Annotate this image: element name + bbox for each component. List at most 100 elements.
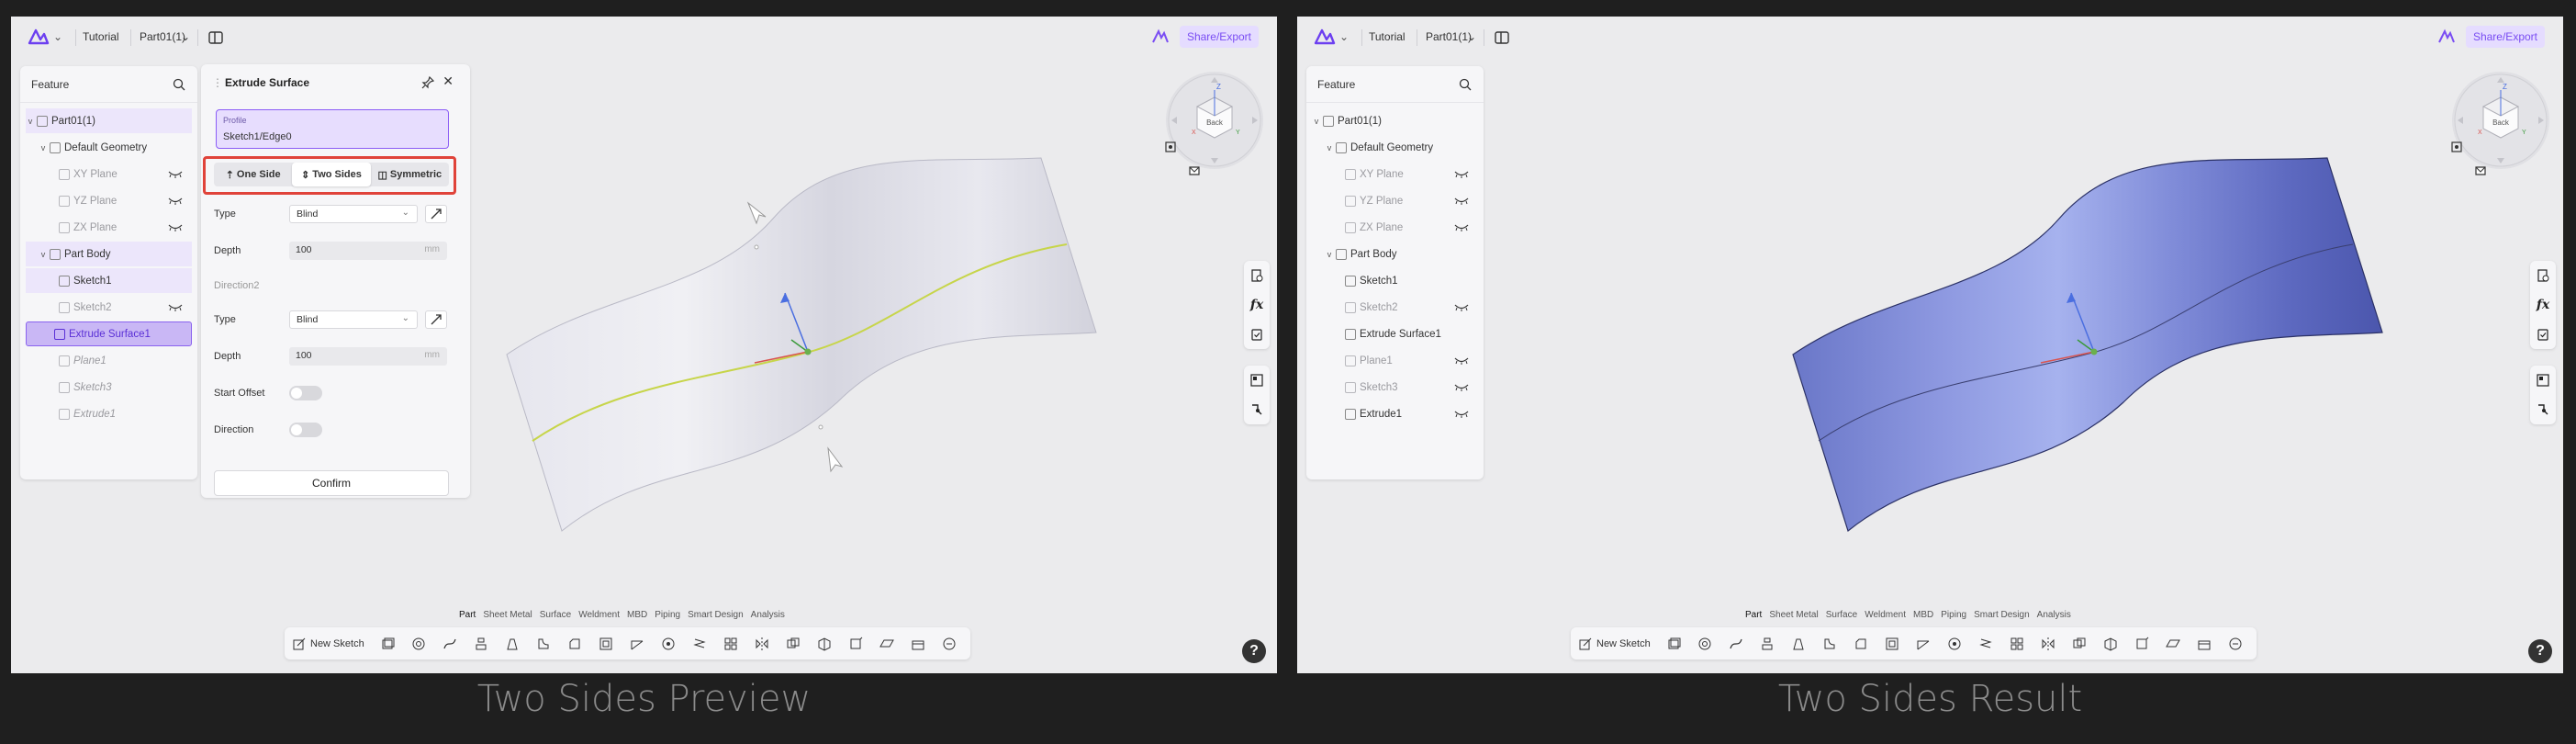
document-properties-button[interactable] [1244,261,1270,290]
tool-insert-part[interactable] [904,633,932,655]
tool-chamfer[interactable] [1847,633,1875,655]
eye-hidden-icon[interactable] [168,169,183,178]
tool-draft[interactable] [498,633,526,655]
tool-hole[interactable] [1941,633,1968,655]
render-mode-icon[interactable] [1187,163,1202,183]
fit-view-icon[interactable] [1163,140,1178,159]
tree-item-sketch2[interactable]: Sketch2 [1312,295,1478,320]
tree-item-plane1[interactable]: Plane1 [1312,348,1478,373]
tool-shell[interactable] [1878,633,1906,655]
tab-analysis[interactable]: Analysis [751,610,785,620]
tool-plane[interactable] [873,633,901,655]
eye-hidden-icon[interactable] [1454,409,1469,418]
tree-item-extrude-surface1[interactable]: Extrude Surface1 [26,321,192,346]
measure-button[interactable] [2530,395,2556,424]
tool-rib[interactable] [1910,633,1937,655]
search-icon[interactable] [1458,77,1473,92]
breadcrumb-tutorial[interactable]: Tutorial [83,30,119,43]
tool-boolean[interactable] [2066,633,2093,655]
tree-item-sketch3[interactable]: Sketch3 [26,375,192,400]
chevron-down-icon[interactable]: v [1325,143,1334,152]
surface-result-graphic[interactable] [1297,17,2563,673]
tree-item-extrude1[interactable]: Extrude1 [1312,401,1478,426]
tool-pattern[interactable] [2003,633,2031,655]
tool-fillet[interactable] [1816,633,1843,655]
share-export-button[interactable]: Share/Export [1179,26,1259,48]
tree-item-zx-plane[interactable]: ZX Plane [1312,215,1478,240]
tool-split[interactable] [2097,633,2124,655]
type2-select[interactable]: Blind ⌄ [289,310,418,329]
tool-insert-part[interactable] [2190,633,2218,655]
tab-piping[interactable]: Piping [1941,610,1966,620]
formula-button[interactable]: fx [1244,290,1270,320]
tab-surface[interactable]: Surface [1826,610,1857,620]
document-name[interactable]: Part01(1) [1426,30,1472,43]
tool-chamfer[interactable] [561,633,588,655]
library-button[interactable] [2530,366,2556,395]
tool-sweep[interactable] [1722,633,1750,655]
chevron-down-icon[interactable]: ⌄ [181,30,190,43]
eye-hidden-icon[interactable] [1454,196,1469,205]
chevron-down-icon[interactable]: v [39,143,48,152]
tool-boolean[interactable] [779,633,807,655]
view-cube[interactable]: Back Z X Y [1166,72,1263,169]
flip-direction-button[interactable] [425,205,447,223]
tool-move-body[interactable] [842,633,869,655]
app-logo-menu[interactable]: ⌄ [28,27,68,47]
direction-toggle[interactable] [289,423,322,437]
tab-surface[interactable]: Surface [540,610,571,620]
close-icon[interactable]: ✕ [442,73,454,89]
tree-item-yz-plane[interactable]: YZ Plane [26,188,192,213]
tree-item-part-body[interactable]: v Part Body [26,242,192,266]
tree-item-xy-plane[interactable]: XY Plane [26,162,192,186]
eye-hidden-icon[interactable] [1454,222,1469,231]
breadcrumb-tutorial[interactable]: Tutorial [1369,30,1406,43]
one-side-button[interactable]: ⇡ One Side [214,163,292,186]
formula-button[interactable]: fx [2530,290,2556,320]
profile-field[interactable]: Profile Sketch1/Edge0 [216,109,449,149]
app-logo-menu[interactable]: ⌄ [1314,27,1354,47]
tree-item-plane1[interactable]: Plane1 [26,348,192,373]
document-properties-button[interactable] [2530,261,2556,290]
depth2-input[interactable]: 100 mm [289,347,447,366]
pin-icon[interactable] [420,75,435,90]
tool-loft[interactable] [1753,633,1781,655]
search-icon[interactable] [172,77,186,92]
symmetric-button[interactable]: ◫ Symmetric [371,163,449,186]
panel-toggle-button[interactable] [206,28,226,48]
tree-item-zx-plane[interactable]: ZX Plane [26,215,192,240]
tree-item-sketch1[interactable]: Sketch1 [26,268,192,293]
tab-smart-design[interactable]: Smart Design [1974,610,2030,620]
tool-rib[interactable] [623,633,651,655]
type-select[interactable]: Blind ⌄ [289,205,418,223]
ai-assistant-icon[interactable] [1150,27,1170,47]
tree-item-xy-plane[interactable]: XY Plane [1312,162,1478,186]
help-button[interactable]: ? [1242,639,1266,663]
tree-item-part[interactable]: v Part01(1) [1312,108,1478,133]
tool-shell[interactable] [592,633,620,655]
tool-revolve[interactable] [405,633,432,655]
chevron-down-icon[interactable]: v [26,117,35,126]
eye-hidden-icon[interactable] [1454,169,1469,178]
checklist-button[interactable] [1244,320,1270,349]
tab-sheet-metal[interactable]: Sheet Metal [1769,610,1818,620]
tool-sweep[interactable] [436,633,464,655]
tool-mirror[interactable] [748,633,776,655]
tab-part[interactable]: Part [1745,610,1762,620]
tool-extrude[interactable] [374,633,401,655]
drag-grip-icon[interactable]: ⋮ [212,76,223,89]
help-button[interactable]: ? [2528,639,2552,663]
eye-hidden-icon[interactable] [1454,302,1469,311]
tab-sheet-metal[interactable]: Sheet Metal [483,610,532,620]
ai-assistant-icon[interactable] [2436,27,2457,47]
tab-weldment[interactable]: Weldment [1865,610,1906,620]
eye-hidden-icon[interactable] [168,196,183,205]
tree-item-extrude-surface1[interactable]: Extrude Surface1 [1312,321,1478,346]
tab-part[interactable]: Part [459,610,476,620]
measure-button[interactable] [1244,395,1270,424]
tree-item-part[interactable]: v Part01(1) [26,108,192,133]
two-sides-button[interactable]: ⇕ Two Sides [292,163,371,186]
chevron-down-icon[interactable]: v [39,250,48,259]
confirm-button[interactable]: Confirm [214,470,449,496]
view-cube[interactable]: Back Z X Y [2452,72,2549,169]
